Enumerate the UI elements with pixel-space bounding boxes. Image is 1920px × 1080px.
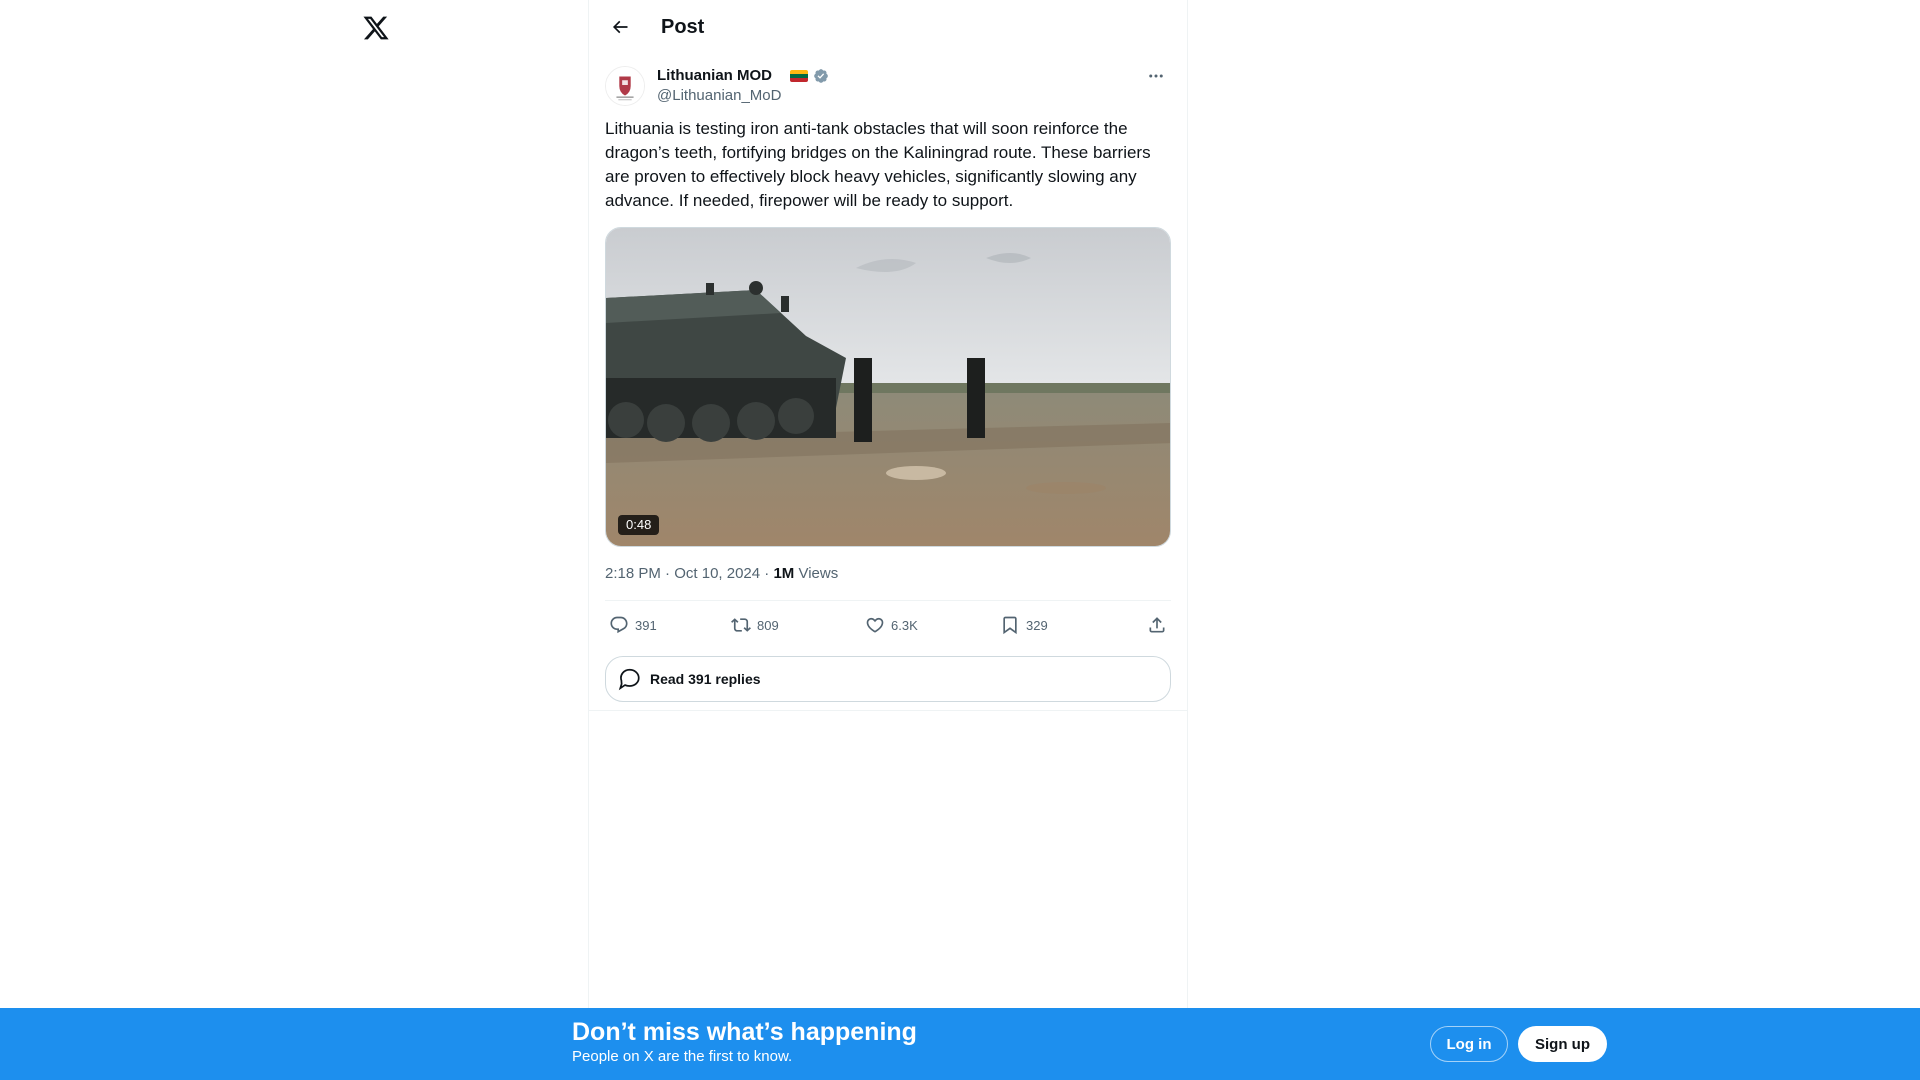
bookmark-button[interactable]: 329 bbox=[1000, 613, 1048, 637]
read-replies-label: Read 391 replies bbox=[650, 671, 761, 687]
author-display-name[interactable]: Lithuanian MOD bbox=[657, 66, 772, 86]
more-options-button[interactable] bbox=[1141, 66, 1171, 86]
like-button[interactable]: 6.3K bbox=[865, 613, 918, 637]
post-video[interactable]: 0:48 bbox=[605, 227, 1171, 547]
video-duration-badge: 0:48 bbox=[618, 515, 660, 535]
verified-badge-icon bbox=[814, 69, 828, 83]
views-count: 1M bbox=[773, 565, 795, 582]
read-replies-button[interactable]: Read 391 replies bbox=[605, 656, 1171, 702]
banner-title: Don’t miss what’s happening bbox=[572, 1018, 917, 1046]
bookmark-count: 329 bbox=[1026, 617, 1048, 633]
post-text: Lithuania is testing iron anti-tank obst… bbox=[605, 119, 1151, 210]
lithuania-flag-icon bbox=[790, 70, 808, 82]
share-icon bbox=[1149, 617, 1165, 633]
signup-button[interactable]: Sign up bbox=[1518, 1026, 1607, 1062]
post-meta: 2:18 PM · Oct 10, 2024 · 1M Views bbox=[605, 564, 838, 584]
signup-banner: Don’t miss what’s happening People on X … bbox=[0, 1008, 1920, 1080]
reply-count: 391 bbox=[635, 617, 657, 633]
post-author: Lithuanian MOD @Lithuanian_MoD bbox=[605, 66, 1171, 106]
chat-bubble-icon bbox=[618, 668, 640, 691]
meta-separator: · bbox=[764, 565, 770, 582]
main-column: Post Lithuanian MOD @Lithuanian_MoD Lith… bbox=[588, 0, 1188, 1008]
author-handle[interactable]: @Lithuanian_MoD bbox=[657, 86, 781, 106]
post-date[interactable]: Oct 10, 2024 bbox=[674, 565, 760, 582]
action-bar: 391 809 6.3K 329 bbox=[605, 600, 1171, 648]
top-bar: Post bbox=[589, 0, 1187, 53]
avatar[interactable] bbox=[605, 66, 645, 106]
bookmark-icon bbox=[1003, 616, 1017, 635]
page-title: Post bbox=[661, 16, 705, 38]
back-button[interactable] bbox=[603, 10, 637, 44]
meta-separator: · bbox=[665, 565, 671, 582]
arrow-left-icon bbox=[612, 20, 628, 34]
reply-button[interactable]: 391 bbox=[609, 613, 657, 637]
views-label: Views bbox=[798, 565, 839, 582]
heart-icon bbox=[866, 617, 884, 633]
video-frame bbox=[606, 228, 1170, 546]
share-button[interactable] bbox=[1147, 613, 1167, 637]
login-button[interactable]: Log in bbox=[1430, 1026, 1508, 1062]
divider bbox=[589, 710, 1187, 711]
banner-subtitle: People on X are the first to know. bbox=[572, 1048, 793, 1065]
reply-icon bbox=[610, 616, 628, 634]
more-horizontal-icon bbox=[1149, 74, 1163, 78]
like-count: 6.3K bbox=[891, 617, 918, 633]
x-logo-icon[interactable] bbox=[362, 14, 390, 42]
post-time[interactable]: 2:18 PM bbox=[605, 565, 661, 582]
repost-button[interactable]: 809 bbox=[731, 613, 779, 637]
repost-count: 809 bbox=[757, 617, 779, 633]
repost-icon bbox=[731, 618, 751, 632]
